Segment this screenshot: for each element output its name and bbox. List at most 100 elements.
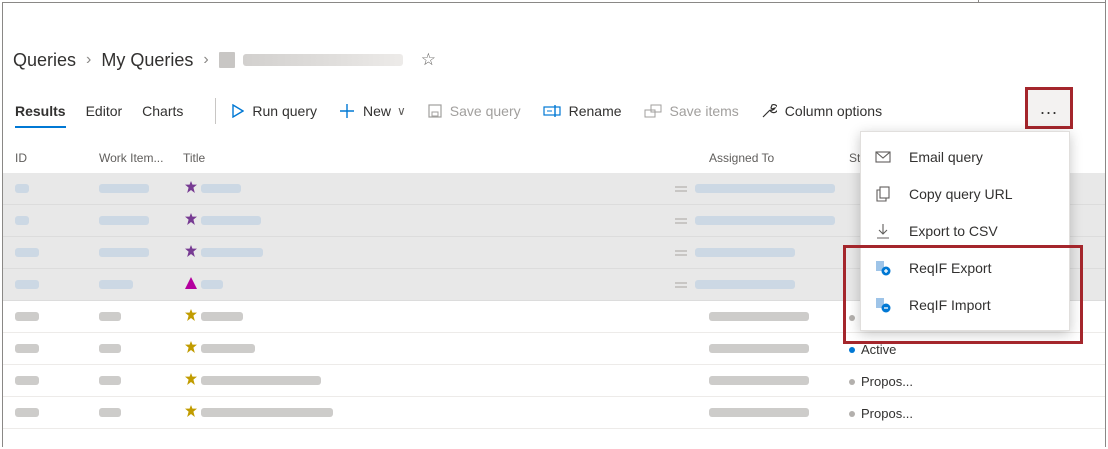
title-cell-redacted[interactable] (201, 184, 241, 193)
tab-results[interactable]: Results (15, 93, 66, 129)
new-button[interactable]: New ∨ (339, 103, 406, 119)
type-cell-redacted (99, 376, 121, 385)
mail-icon (875, 150, 891, 163)
menu-item-label: ReqIF Import (909, 296, 991, 313)
type-cell-redacted (99, 184, 149, 193)
reqif-import-icon (875, 297, 891, 313)
feature-icon (185, 213, 197, 225)
assigned-cell-redacted (709, 408, 809, 417)
plus-icon (339, 103, 355, 119)
state-label: Active (861, 342, 897, 357)
task-icon (185, 309, 197, 321)
column-header-title[interactable]: Title (183, 151, 205, 165)
state-cell: Propos... (849, 374, 913, 389)
id-cell-redacted (15, 408, 39, 417)
type-cell-redacted (99, 408, 121, 417)
tab-charts[interactable]: Charts (142, 93, 183, 129)
state-cell: Propos... (849, 406, 913, 421)
assigned-cell-redacted (709, 376, 809, 385)
table-row[interactable]: Propos... (3, 397, 1105, 429)
menu-item-label: Export to CSV (909, 222, 998, 239)
id-cell-redacted (15, 184, 29, 193)
context-menu-icon[interactable] (675, 186, 687, 192)
menu-item-copy-query-url[interactable]: Copy query URL (861, 175, 1069, 212)
type-cell-redacted (99, 216, 149, 225)
state-dot-icon (849, 314, 855, 321)
menu-item-label: Email query (909, 148, 983, 165)
favorite-star-icon[interactable]: ☆ (421, 50, 436, 70)
title-cell-redacted[interactable] (201, 376, 321, 385)
new-label: New (362, 103, 391, 119)
feature-icon (185, 181, 197, 193)
title-cell-redacted[interactable] (201, 248, 263, 257)
table-row[interactable]: Active (3, 333, 1105, 365)
menu-item-export-to-csv[interactable]: Export to CSV (861, 212, 1069, 249)
breadcrumb-my-queries[interactable]: My Queries (101, 50, 193, 71)
state-dot-icon (849, 410, 855, 417)
menu-item-label: Copy query URL (909, 185, 1013, 202)
title-cell-redacted[interactable] (201, 408, 333, 417)
rename-label: Rename (568, 103, 622, 119)
context-menu-icon[interactable] (675, 218, 687, 224)
more-actions-menu: Email query Copy query URL Export to CSV… (860, 131, 1070, 331)
assigned-cell-redacted (695, 184, 835, 193)
save-query-label: Save query (449, 103, 521, 119)
assigned-cell-redacted (709, 312, 809, 321)
state-dot-icon (849, 378, 855, 385)
query-icon (218, 52, 235, 68)
download-icon (875, 223, 891, 239)
id-cell-redacted (15, 344, 39, 353)
assigned-cell-redacted (695, 248, 795, 257)
title-cell-redacted[interactable] (201, 280, 223, 289)
breadcrumb-separator-icon: › (203, 51, 209, 68)
context-menu-icon[interactable] (675, 250, 687, 256)
assigned-cell-redacted (695, 216, 835, 225)
feature-icon (185, 245, 197, 257)
rename-button[interactable]: Rename (543, 103, 622, 119)
run-query-label: Run query (252, 103, 317, 119)
column-header-work-item-type[interactable]: Work Item... (99, 151, 163, 165)
breadcrumb-separator-icon: › (86, 51, 92, 68)
id-cell-redacted (15, 216, 29, 225)
chevron-down-icon: ∨ (397, 104, 406, 118)
save-items-button[interactable]: Save items (644, 103, 739, 119)
tab-editor[interactable]: Editor (86, 93, 123, 129)
type-cell-redacted (99, 248, 149, 257)
id-cell-redacted (15, 280, 39, 289)
task-icon (185, 341, 197, 353)
column-options-button[interactable]: Column options (761, 103, 882, 119)
toolbar-divider (215, 98, 217, 124)
title-cell-redacted[interactable] (201, 344, 255, 353)
type-cell-redacted (99, 344, 121, 353)
run-query-button[interactable]: Run query (232, 103, 317, 119)
save-items-label: Save items (669, 103, 739, 119)
breadcrumb: Queries › My Queries › ☆ (13, 47, 436, 73)
column-header-state[interactable]: St (849, 151, 860, 165)
title-cell-redacted[interactable] (201, 312, 243, 321)
menu-item-label: ReqIF Export (909, 259, 992, 276)
save-icon (428, 104, 442, 118)
assigned-cell-redacted (695, 280, 795, 289)
menu-item-reqif-import[interactable]: ReqIF Import (861, 286, 1069, 323)
wrench-icon (761, 103, 777, 119)
column-header-id[interactable]: ID (15, 151, 27, 165)
breadcrumb-queries[interactable]: Queries (13, 50, 76, 71)
id-cell-redacted (15, 248, 39, 257)
play-icon (232, 104, 245, 118)
type-cell-redacted (99, 280, 133, 289)
queries-panel: Queries › My Queries › ☆ Results Editor … (2, 2, 1106, 447)
id-cell-redacted (15, 312, 39, 321)
menu-item-email-query[interactable]: Email query (861, 138, 1069, 175)
menu-item-reqif-export[interactable]: ReqIF Export (861, 249, 1069, 286)
more-actions-button[interactable]: ... (1025, 87, 1073, 129)
column-header-assigned-to[interactable]: Assigned To (709, 151, 774, 165)
table-row[interactable]: Propos... (3, 365, 1105, 397)
save-query-button[interactable]: Save query (428, 103, 521, 119)
breadcrumb-query-name-redacted[interactable] (242, 54, 403, 66)
save-items-icon (644, 104, 662, 118)
state-cell: Active (849, 342, 896, 357)
title-cell-redacted[interactable] (201, 216, 261, 225)
issue-icon (185, 277, 197, 289)
context-menu-icon[interactable] (675, 282, 687, 288)
column-options-label: Column options (784, 103, 883, 119)
